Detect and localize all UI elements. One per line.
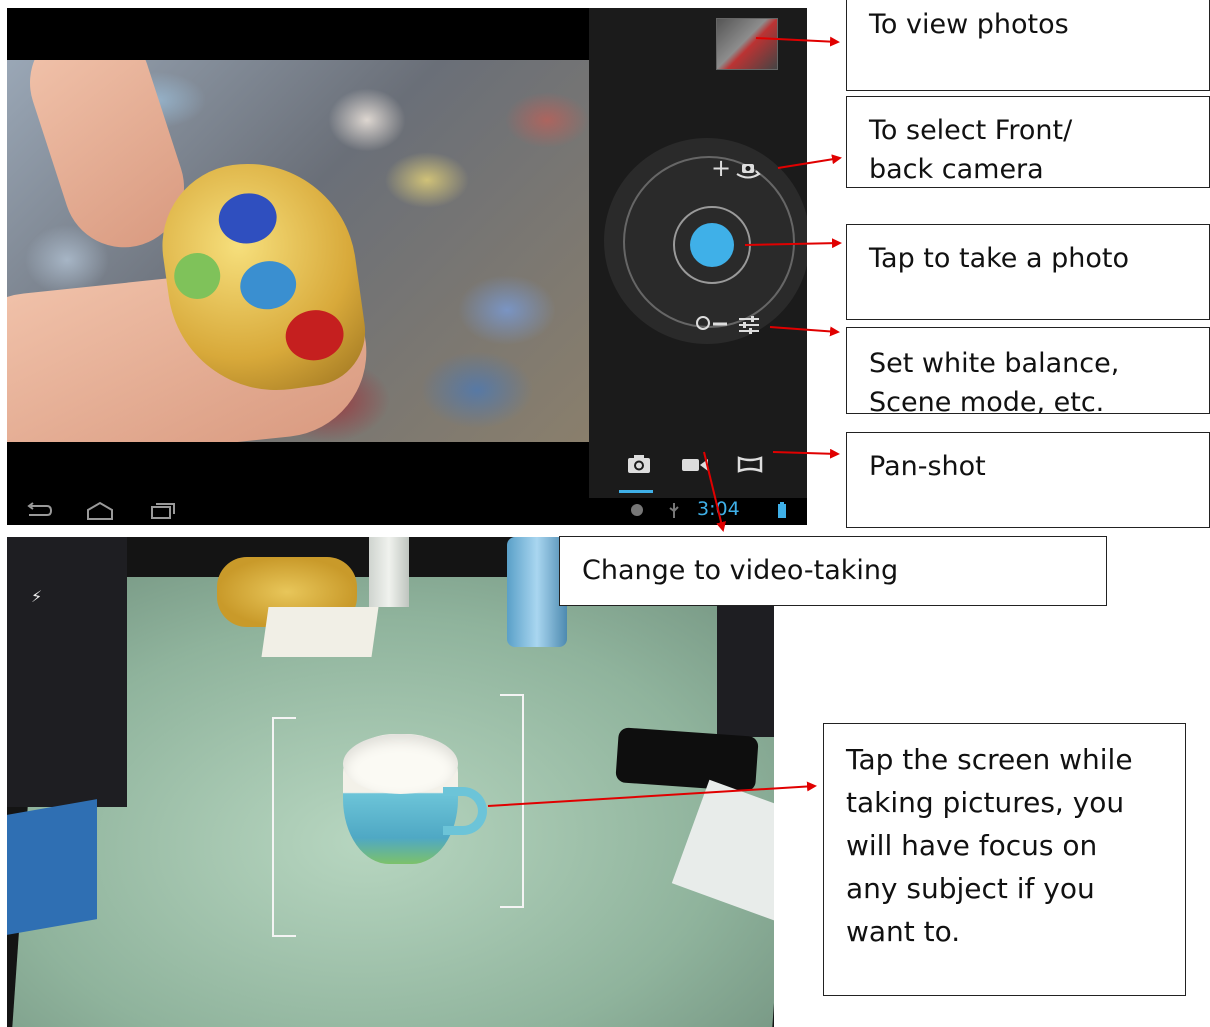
blue-box	[7, 799, 97, 935]
battery-icon	[778, 502, 786, 518]
switch-camera-icon[interactable]	[735, 160, 761, 180]
callout-select-camera: To select Front/ back camera	[846, 96, 1210, 188]
home-icon[interactable]	[85, 500, 115, 522]
callout-text: Scene mode, etc.	[869, 387, 1105, 414]
callout-settings: Set white balance, Scene mode, etc.	[846, 327, 1210, 414]
callout-text: Tap the screen while	[846, 743, 1133, 776]
callout-tap-focus: Tap the screen while taking pictures, yo…	[823, 723, 1186, 996]
callout-text: Change to video-taking	[582, 555, 899, 586]
callout-view-photos: To view photos	[846, 0, 1210, 91]
system-navigation-bar: 3:04	[7, 498, 807, 525]
photo-thumbnail-button[interactable]	[716, 18, 778, 70]
usb-icon	[669, 503, 679, 518]
dark-cloth-left	[7, 537, 127, 807]
callout-text: To select Front/	[869, 115, 1073, 146]
flash-icon[interactable]: ⚡	[31, 587, 42, 606]
callout-pan-shot: Pan-shot	[846, 432, 1210, 528]
callout-text: Tap to take a photo	[869, 243, 1129, 274]
milk-carton	[261, 607, 379, 657]
back-icon[interactable]	[25, 500, 53, 520]
mug-rim	[343, 734, 458, 794]
active-mode-indicator	[619, 490, 653, 493]
callout-text: To view photos	[869, 9, 1069, 40]
shutter-button[interactable]	[690, 223, 734, 267]
flower-light-blue	[237, 257, 300, 313]
callout-video-taking: Change to video-taking	[559, 536, 1107, 606]
video-mode-icon[interactable]	[681, 454, 709, 474]
callout-text: want to.	[846, 915, 961, 948]
zoom-out-icon[interactable]	[695, 314, 729, 332]
camera-app-screenshot: + 3:04	[7, 8, 807, 525]
flower-green	[171, 250, 224, 302]
camera-viewfinder[interactable]	[7, 60, 589, 442]
callout-text: Pan-shot	[869, 451, 986, 482]
flower-blue	[215, 189, 280, 248]
callout-text: Set white balance,	[869, 348, 1120, 379]
flower-red	[282, 306, 347, 365]
water-bottle	[507, 537, 567, 647]
phone-on-desk	[615, 727, 759, 792]
callout-text: will have focus on	[846, 829, 1098, 862]
camera-mode-icon[interactable]	[627, 454, 651, 474]
camera-control-panel: +	[589, 8, 807, 498]
panorama-mode-icon[interactable]	[737, 454, 763, 474]
callout-text: taking pictures, you	[846, 786, 1125, 819]
status-clock: 3:04	[697, 498, 740, 520]
focus-bracket-left	[272, 717, 296, 937]
tube-bottle	[369, 537, 409, 607]
focus-viewfinder-screenshot[interactable]: ⚡	[7, 537, 774, 1027]
settings-sliders-icon[interactable]	[737, 314, 761, 336]
callout-text: back camera	[869, 154, 1044, 185]
recent-apps-icon[interactable]	[149, 500, 177, 520]
android-debug-icon	[631, 504, 643, 516]
callout-take-photo: Tap to take a photo	[846, 224, 1210, 320]
zoom-in-icon[interactable]: +	[711, 156, 731, 180]
focus-bracket-right	[500, 694, 524, 908]
callout-text: any subject if you	[846, 872, 1095, 905]
